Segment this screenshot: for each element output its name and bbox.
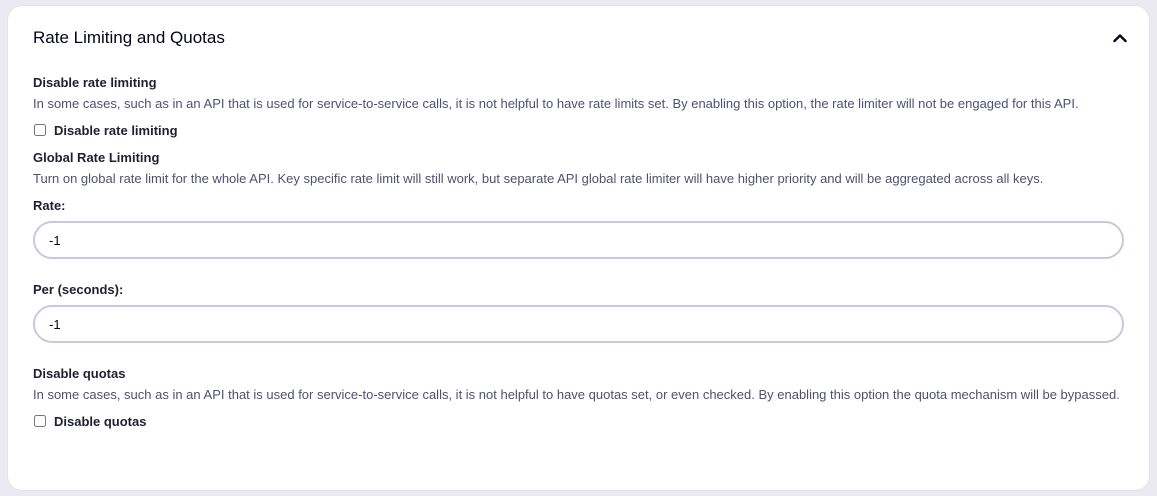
rate-label: Rate:	[33, 198, 66, 213]
global-rate-limiting-section: Global Rate Limiting Turn on global rate…	[33, 149, 1125, 343]
global-rate-limiting-description: Turn on global rate limit for the whole …	[33, 171, 1044, 186]
disable-quotas-description: In some cases, such as in an API that is…	[33, 387, 1120, 402]
per-seconds-label: Per (seconds):	[33, 282, 124, 297]
collapse-button[interactable]	[1109, 27, 1131, 49]
disable-quotas-title: Disable quotas	[33, 366, 126, 381]
disable-rate-limiting-checkbox-label: Disable rate limiting	[54, 122, 178, 138]
per-seconds-input[interactable]	[33, 305, 1124, 343]
global-rate-limiting-title: Global Rate Limiting	[33, 150, 160, 165]
disable-rate-limiting-checkbox[interactable]	[34, 124, 46, 136]
rate-input[interactable]	[33, 221, 1124, 259]
disable-rate-limiting-section: Disable rate limiting In some cases, suc…	[33, 74, 1125, 139]
disable-rate-limiting-row[interactable]: Disable rate limiting	[33, 121, 1125, 139]
panel-body: Disable rate limiting In some cases, suc…	[33, 74, 1125, 430]
disable-quotas-checkbox[interactable]	[34, 415, 46, 427]
disable-rate-limiting-title: Disable rate limiting	[33, 75, 157, 90]
disable-rate-limiting-description: In some cases, such as in an API that is…	[33, 96, 1079, 111]
panel-header[interactable]: Rate Limiting and Quotas	[33, 26, 1131, 50]
disable-quotas-section: Disable quotas In some cases, such as in…	[33, 365, 1125, 430]
disable-quotas-checkbox-label: Disable quotas	[54, 413, 147, 429]
panel-title: Rate Limiting and Quotas	[33, 28, 225, 47]
rate-limiting-panel: Rate Limiting and Quotas Disable rate li…	[8, 6, 1149, 490]
chevron-up-icon	[1113, 34, 1127, 43]
disable-quotas-row[interactable]: Disable quotas	[33, 412, 1125, 430]
